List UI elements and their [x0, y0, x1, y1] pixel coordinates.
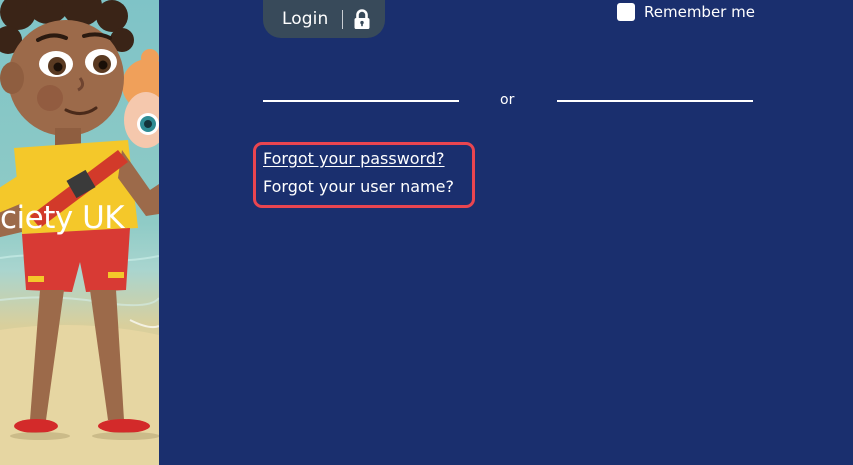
- divider-or-text: or: [500, 92, 515, 108]
- remember-me-checkbox[interactable]: [617, 3, 635, 21]
- forgot-username-link[interactable]: Forgot your user name?: [263, 177, 454, 196]
- remember-me-label: Remember me: [644, 3, 755, 21]
- login-button-separator: [342, 9, 344, 29]
- remember-me[interactable]: Remember me: [617, 3, 755, 21]
- forgot-password-link[interactable]: Forgot your password?: [263, 149, 445, 168]
- brand-name-fragment: ciety UK: [0, 200, 125, 236]
- divider-line-right: [557, 100, 753, 102]
- login-button-label: Login: [282, 9, 329, 29]
- hero-illustration: ciety UK: [0, 0, 159, 465]
- lock-icon: [353, 8, 371, 30]
- login-button[interactable]: Login: [263, 0, 385, 38]
- divider-line-left: [263, 100, 459, 102]
